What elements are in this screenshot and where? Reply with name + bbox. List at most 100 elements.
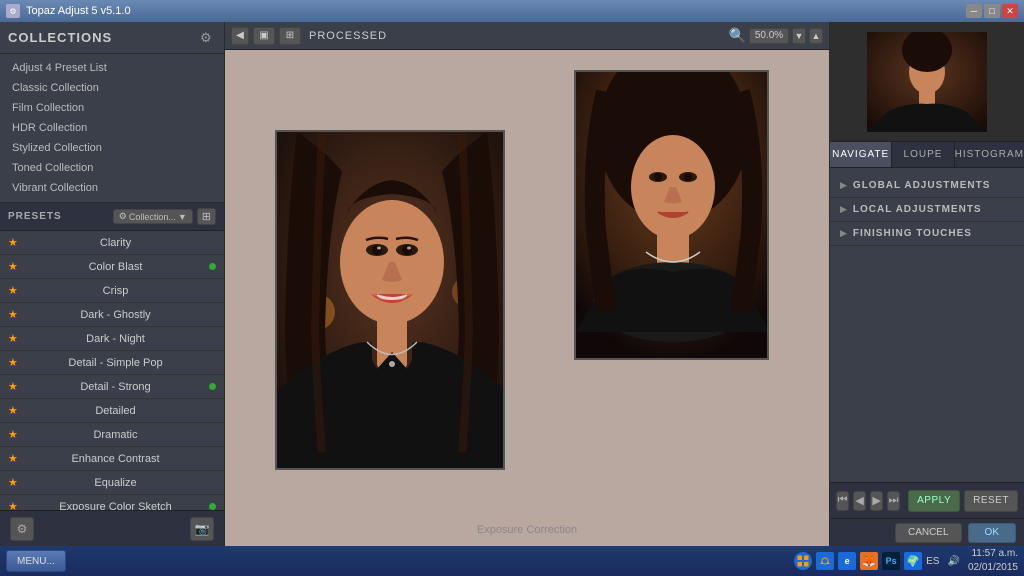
preset-item-clarity[interactable]: ★ Clarity bbox=[0, 231, 224, 255]
preset-item-detail-simple[interactable]: ★ Detail - Simple Pop bbox=[0, 351, 224, 375]
collection-dropdown-btn[interactable]: ⚙ Collection... ▼ bbox=[113, 209, 193, 224]
preset-item-colorblast[interactable]: ★ Color Blast bbox=[0, 255, 224, 279]
volume-icon: 🔊 bbox=[947, 556, 959, 567]
collections-title: COLLECTIONS bbox=[8, 30, 112, 45]
reset-button[interactable]: RESET bbox=[964, 490, 1018, 512]
ie-icon[interactable]: e bbox=[838, 552, 856, 570]
star-icon: ★ bbox=[8, 452, 20, 465]
ok-button[interactable]: OK bbox=[968, 523, 1016, 543]
image-caption: Exposure Correction bbox=[477, 524, 577, 536]
preset-name: Dramatic bbox=[26, 429, 205, 441]
photo-front bbox=[275, 130, 505, 470]
camera-icon-btn[interactable]: 📷 bbox=[190, 517, 214, 541]
preset-item-crisp[interactable]: ★ Crisp bbox=[0, 279, 224, 303]
zoom-down-btn[interactable]: ▼ bbox=[792, 28, 806, 44]
skip-back-btn[interactable]: ⏮ bbox=[836, 491, 849, 511]
collection-item-adjust4[interactable]: Adjust 4 Preset List bbox=[0, 58, 224, 78]
collection-item-stylized[interactable]: Stylized Collection bbox=[0, 138, 224, 158]
local-adjustments-section[interactable]: ▶ LOCAL ADJUSTMENTS bbox=[830, 198, 1024, 222]
minimize-button[interactable]: ─ bbox=[966, 4, 982, 18]
collection-item-classic[interactable]: Classic Collection bbox=[0, 78, 224, 98]
split-view-btn[interactable]: ⊞ bbox=[279, 27, 301, 45]
photo-back bbox=[574, 70, 769, 360]
time-text: 11:57 a.m. bbox=[968, 547, 1018, 561]
collection-item-toned[interactable]: Toned Collection bbox=[0, 158, 224, 178]
zoom-input[interactable] bbox=[749, 28, 789, 44]
apply-button[interactable]: APPLY bbox=[908, 490, 960, 512]
explorer-icon[interactable] bbox=[816, 552, 834, 570]
right-panel-footer: ⏮ ◀ ▶ ⏭ APPLY RESET bbox=[830, 482, 1024, 518]
close-button[interactable]: ✕ bbox=[1002, 4, 1018, 18]
collection-item-vibrant[interactable]: Vibrant Collection bbox=[0, 178, 224, 198]
app-icon: ⚙ bbox=[6, 4, 20, 18]
preset-name: Exposure Color Sketch bbox=[26, 501, 205, 511]
tab-navigate[interactable]: NAVIGATE bbox=[830, 142, 892, 167]
preset-dot bbox=[209, 503, 216, 510]
title-left: ⚙ Topaz Adjust 5 v5.1.0 bbox=[6, 4, 131, 18]
menu-button[interactable]: MENU... bbox=[6, 550, 66, 572]
app-title: Topaz Adjust 5 v5.1.0 bbox=[26, 5, 131, 17]
star-icon: ★ bbox=[8, 308, 20, 321]
prev-btn[interactable]: ◀ bbox=[231, 27, 249, 45]
star-icon: ★ bbox=[8, 236, 20, 249]
preset-item-enhance[interactable]: ★ Enhance Contrast bbox=[0, 447, 224, 471]
preset-item-dark-ghostly[interactable]: ★ Dark - Ghostly bbox=[0, 303, 224, 327]
adjustments-panel: ▶ GLOBAL ADJUSTMENTS ▶ LOCAL ADJUSTMENTS… bbox=[830, 168, 1024, 482]
star-icon: ★ bbox=[8, 332, 20, 345]
presets-header: PRESETS ⚙ Collection... ▼ ⊞ bbox=[0, 203, 224, 231]
star-icon: ★ bbox=[8, 476, 20, 489]
preset-item-detailed[interactable]: ★ Detailed bbox=[0, 399, 224, 423]
collection-item-hdr[interactable]: HDR Collection bbox=[0, 118, 224, 138]
collections-header: COLLECTIONS ⚙ bbox=[0, 22, 224, 54]
grid-view-btn[interactable]: ⊞ bbox=[197, 208, 216, 225]
taskbar-icons: e 🦊 Ps 🌍 bbox=[794, 552, 922, 570]
earth-icon[interactable]: 🌍 bbox=[904, 552, 922, 570]
fwd-btn[interactable]: ▶ bbox=[870, 491, 883, 511]
center-panel: ◀ ▣ ⊞ PROCESSED 🔍 ▼ ▲ bbox=[225, 22, 829, 546]
star-icon: ★ bbox=[8, 260, 20, 273]
preset-item-dramatic[interactable]: ★ Dramatic bbox=[0, 423, 224, 447]
preset-name: Enhance Contrast bbox=[26, 453, 205, 465]
single-view-btn[interactable]: ▣ bbox=[253, 27, 275, 45]
zoom-icon: 🔍 bbox=[729, 27, 746, 44]
zoom-up-btn[interactable]: ▲ bbox=[809, 28, 823, 44]
left-panel-footer: ⚙ 📷 bbox=[0, 510, 224, 546]
tab-histogram[interactable]: HISTOGRAM bbox=[955, 142, 1024, 167]
firefox-icon[interactable]: 🦊 bbox=[860, 552, 878, 570]
windows-start-icon[interactable] bbox=[794, 552, 812, 570]
nav-tabs: NAVIGATE LOUPE HISTOGRAM bbox=[830, 142, 1024, 168]
taskbar: MENU... e 🦊 Ps 🌍 ES 🔊 11:57 a.m. 02/01/2… bbox=[0, 546, 1024, 576]
star-icon: ★ bbox=[8, 404, 20, 417]
toolbar: ◀ ▣ ⊞ PROCESSED 🔍 ▼ ▲ bbox=[225, 22, 829, 50]
window-controls: ─ □ ✕ bbox=[966, 4, 1018, 18]
canvas-area: Exposure Correction bbox=[225, 50, 829, 546]
processed-label: PROCESSED bbox=[309, 30, 387, 42]
collection-item-film[interactable]: Film Collection bbox=[0, 98, 224, 118]
taskbar-system: ES 🔊 11:57 a.m. 02/01/2015 bbox=[926, 547, 1018, 575]
preset-name: Dark - Ghostly bbox=[26, 309, 205, 321]
expand-icon: ▶ bbox=[840, 228, 847, 239]
star-icon: ★ bbox=[8, 380, 20, 393]
zoom-controls: 🔍 ▼ ▲ bbox=[729, 27, 823, 44]
preset-name: Detailed bbox=[26, 405, 205, 417]
cancel-button[interactable]: CANCEL bbox=[895, 523, 962, 543]
back-btn[interactable]: ◀ bbox=[853, 491, 866, 511]
expand-icon: ▶ bbox=[840, 180, 847, 191]
global-adjustments-section[interactable]: ▶ GLOBAL ADJUSTMENTS bbox=[830, 174, 1024, 198]
preset-item-detail-strong[interactable]: ★ Detail - Strong bbox=[0, 375, 224, 399]
preset-item-exposure-sketch[interactable]: ★ Exposure Color Sketch bbox=[0, 495, 224, 510]
presets-label: PRESETS bbox=[8, 211, 62, 222]
tab-loupe[interactable]: LOUPE bbox=[892, 142, 954, 167]
skip-fwd-btn[interactable]: ⏭ bbox=[887, 491, 900, 511]
settings-icon-btn[interactable]: ⚙ bbox=[10, 517, 34, 541]
preset-item-dark-night[interactable]: ★ Dark - Night bbox=[0, 327, 224, 351]
preset-name: Detail - Strong bbox=[26, 381, 205, 393]
gear-icon[interactable]: ⚙ bbox=[200, 30, 216, 46]
preset-item-equalize[interactable]: ★ Equalize bbox=[0, 471, 224, 495]
date-text: 02/01/2015 bbox=[968, 561, 1018, 575]
finishing-touches-section[interactable]: ▶ FINISHING TOUCHES bbox=[830, 222, 1024, 246]
photoshop-icon[interactable]: Ps bbox=[882, 552, 900, 570]
preset-name: Detail - Simple Pop bbox=[26, 357, 205, 369]
expand-icon: ▶ bbox=[840, 204, 847, 215]
maximize-button[interactable]: □ bbox=[984, 4, 1000, 18]
